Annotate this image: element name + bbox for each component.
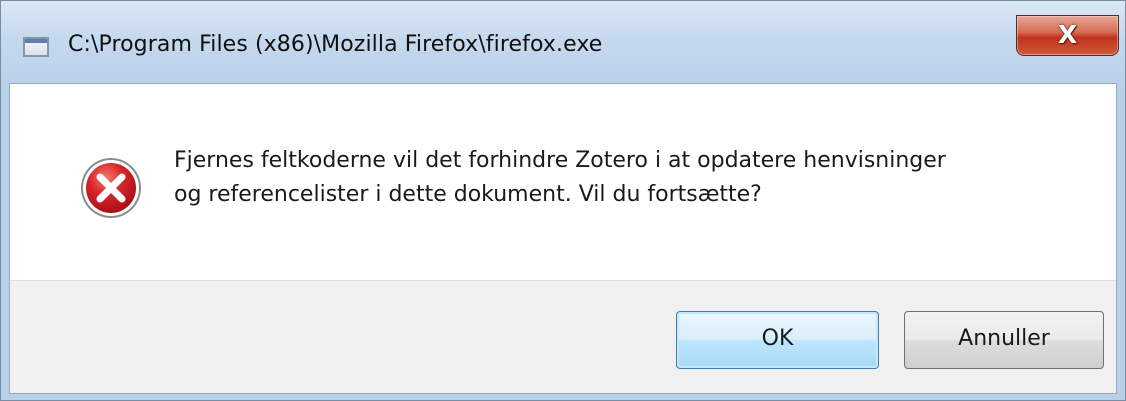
application-window-icon [23, 37, 49, 57]
dialog-content: Fjernes feltkoderne vil det forhindre Zo… [9, 83, 1117, 394]
error-icon [81, 158, 141, 218]
dialog-window: C:\Program Files (x86)\Mozilla Firefox\f… [0, 0, 1126, 401]
message-area: Fjernes feltkoderne vil det forhindre Zo… [10, 84, 1116, 280]
message-line-2: og referencelister i dette dokument. Vil… [174, 182, 762, 207]
cancel-button[interactable]: Annuller [904, 311, 1104, 369]
message-text: Fjernes feltkoderne vil det forhindre Zo… [174, 144, 1104, 212]
close-button[interactable]: X [1016, 15, 1119, 56]
window-title: C:\Program Files (x86)\Mozilla Firefox\f… [68, 32, 603, 57]
message-line-1: Fjernes feltkoderne vil det forhindre Zo… [174, 148, 946, 173]
close-icon: X [1057, 20, 1078, 49]
title-bar[interactable]: C:\Program Files (x86)\Mozilla Firefox\f… [1, 1, 1125, 83]
ok-button[interactable]: OK [676, 311, 879, 369]
button-bar: OK Annuller [10, 280, 1116, 393]
